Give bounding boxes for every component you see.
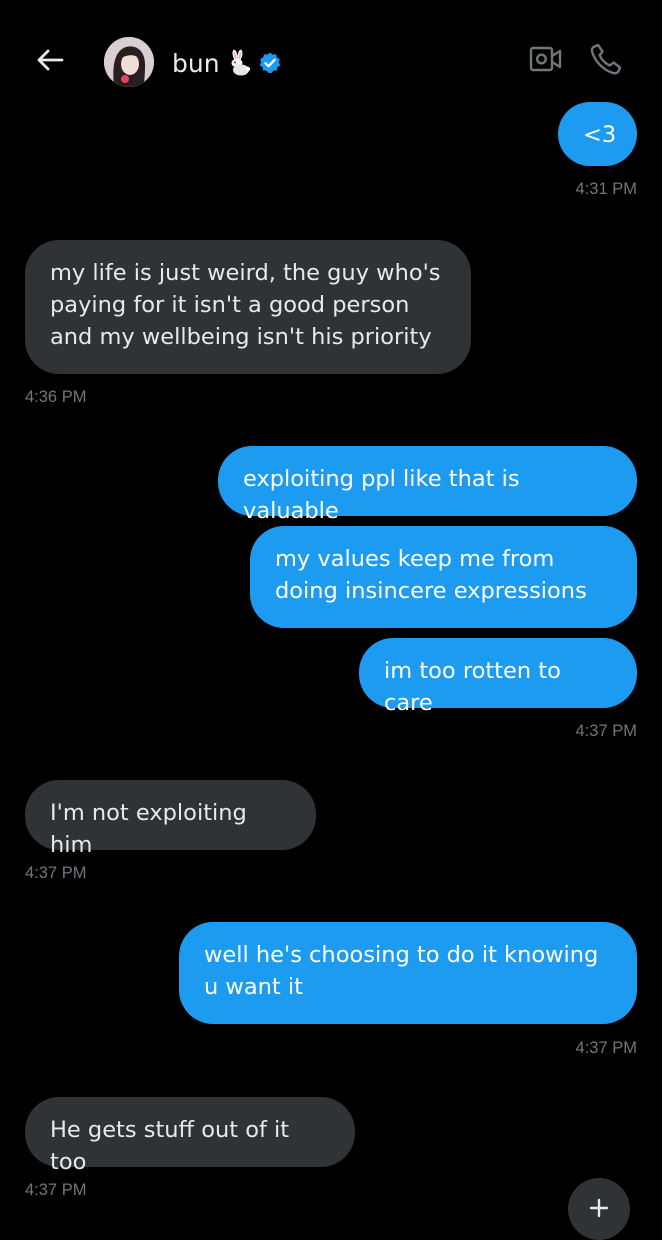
message-bubble-outgoing[interactable]: <3 <box>558 102 637 166</box>
message-bubble-outgoing[interactable]: im too rotten to care <box>359 638 637 716</box>
phone-icon <box>589 42 623 80</box>
back-button[interactable] <box>30 42 70 82</box>
add-button[interactable] <box>568 1178 630 1240</box>
avatar[interactable] <box>104 37 154 87</box>
rabbit-emoji-icon <box>226 49 252 77</box>
verified-badge-icon <box>258 51 282 75</box>
avatar-image <box>104 37 154 87</box>
message-bubble-outgoing[interactable]: well he's choosing to do it knowing u wa… <box>179 922 637 1024</box>
message-bubble-incoming[interactable]: I'm not exploiting him <box>25 780 316 858</box>
conversation-header: bun <box>0 0 662 100</box>
message-bubble-outgoing[interactable]: my values keep me from doing insincere e… <box>250 526 637 628</box>
arrow-left-icon <box>35 48 65 76</box>
message-timestamp: 4:37 PM <box>25 1181 87 1199</box>
message-bubble-outgoing[interactable]: exploiting ppl like that is valuable <box>218 446 637 524</box>
message-timestamp: 4:37 PM <box>25 864 87 882</box>
message-timestamp: 4:36 PM <box>25 388 87 406</box>
message-bubble-incoming[interactable]: He gets stuff out of it too <box>25 1097 355 1175</box>
contact-name[interactable]: bun <box>172 45 282 81</box>
contact-name-text: bun <box>172 48 220 78</box>
message-timestamp: 4:31 PM <box>575 180 637 198</box>
message-bubble-incoming[interactable]: my life is just weird, the guy who's pay… <box>25 240 471 374</box>
video-camera-icon <box>529 45 563 77</box>
message-timestamp: 4:37 PM <box>575 1039 637 1057</box>
voice-call-button[interactable] <box>586 42 626 80</box>
message-timestamp: 4:37 PM <box>575 722 637 740</box>
video-call-button[interactable] <box>527 43 565 79</box>
